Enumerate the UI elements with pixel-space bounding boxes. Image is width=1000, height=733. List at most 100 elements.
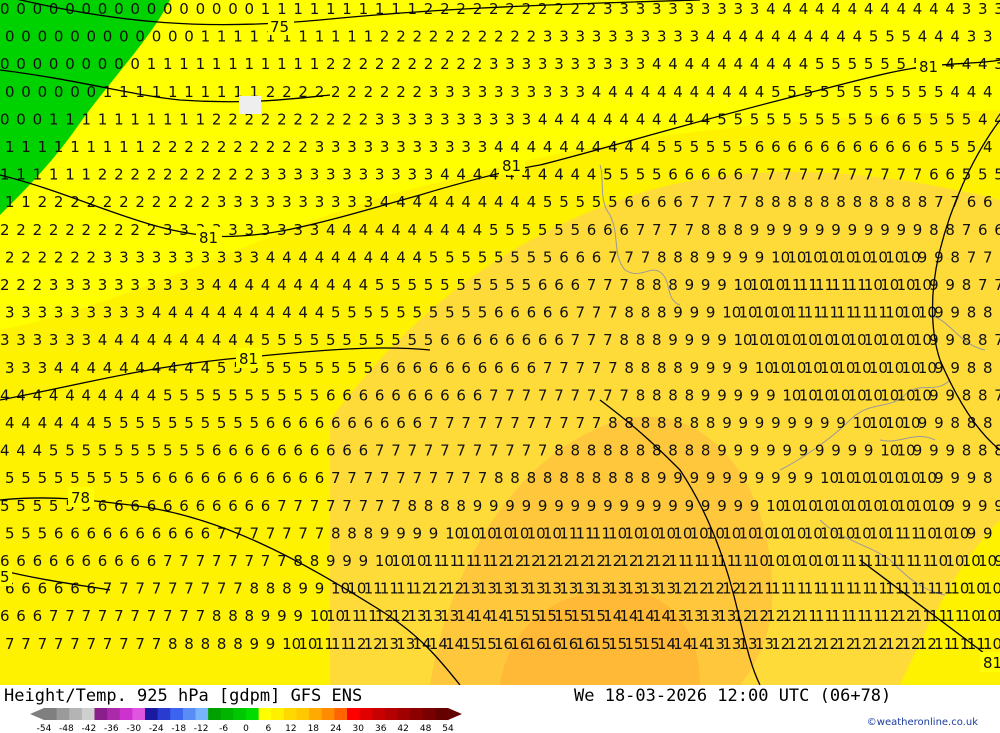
- grid-value: 6: [282, 414, 292, 432]
- grid-value: 7: [130, 607, 140, 625]
- grid-value: 5: [706, 138, 716, 156]
- grid-value: 9: [755, 248, 765, 266]
- grid-value: 2: [16, 221, 26, 239]
- grid-value: 6: [413, 359, 423, 377]
- grid-value: 6: [326, 386, 336, 404]
- grid-value: 6: [228, 497, 238, 515]
- grid-value: 5: [848, 55, 858, 73]
- grid-value: 8: [641, 469, 651, 487]
- grid-value: 4: [510, 138, 520, 156]
- grid-value: 7: [266, 524, 276, 542]
- temperature-map-svg: 0000000000000000111111111122222222222333…: [0, 0, 1000, 685]
- grid-value: 9: [848, 442, 858, 460]
- grid-value: 5: [967, 138, 977, 156]
- grid-value: 5: [945, 110, 955, 128]
- grid-value: 4: [212, 331, 222, 349]
- grid-value: 4: [782, 55, 792, 73]
- grid-value: 4: [641, 83, 651, 101]
- grid-value: 9: [701, 276, 711, 294]
- grid-value: 6: [342, 442, 352, 460]
- grid-value: 4: [359, 221, 369, 239]
- grid-value: 8: [587, 442, 597, 460]
- grid-value: 9: [918, 414, 928, 432]
- grid-value: 4: [413, 248, 423, 266]
- grid-value: 9: [750, 386, 760, 404]
- grid-value: 4: [266, 304, 276, 322]
- grid-value: 1: [163, 55, 173, 73]
- grid-value: 7: [429, 414, 439, 432]
- grid-value: 4: [54, 414, 64, 432]
- grid-value: 9: [668, 497, 678, 515]
- grid-value: 1: [293, 55, 303, 73]
- grid-value: 8: [717, 221, 727, 239]
- grid-value: 3: [636, 0, 646, 18]
- grid-value: 9: [690, 359, 700, 377]
- grid-value: 1: [49, 166, 59, 184]
- grid-value: 4: [87, 359, 97, 377]
- grid-value: 8: [636, 386, 646, 404]
- grid-value: 4: [408, 221, 418, 239]
- grid-value: 3: [310, 166, 320, 184]
- grid-value: 8: [282, 580, 292, 598]
- grid-value: 7: [233, 580, 243, 598]
- grid-value: 5: [277, 386, 287, 404]
- grid-value: 8: [657, 304, 667, 322]
- grid-value: 7: [298, 524, 308, 542]
- grid-value: 6: [70, 580, 80, 598]
- grid-value: 7: [261, 552, 271, 570]
- grid-value: 2: [87, 248, 97, 266]
- grid-value: 5: [408, 331, 418, 349]
- scale-cell: [309, 708, 323, 720]
- grid-value: 1: [201, 83, 211, 101]
- grid-value: 5: [445, 304, 455, 322]
- grid-value: 6: [983, 193, 993, 211]
- grid-value: 4: [201, 304, 211, 322]
- grid-value: 6: [147, 497, 157, 515]
- grid-value: 5: [135, 469, 145, 487]
- grid-value: 9: [701, 497, 711, 515]
- grid-value: 7: [408, 442, 418, 460]
- grid-value: 3: [962, 0, 972, 18]
- grid-value: 6: [359, 386, 369, 404]
- grid-value: 4: [913, 0, 923, 18]
- grid-value: 5: [70, 469, 80, 487]
- grid-value: 1: [364, 28, 374, 46]
- grid-value: 7: [576, 359, 586, 377]
- grid-value: 6: [98, 497, 108, 515]
- grid-value: 6: [836, 138, 846, 156]
- grid-value: 9: [994, 497, 1000, 515]
- grid-value: 9: [864, 442, 874, 460]
- grid-value: 4: [853, 28, 863, 46]
- grid-value: 6: [619, 221, 629, 239]
- grid-value: 8: [706, 414, 716, 432]
- contour-label: 81: [919, 58, 938, 76]
- grid-value: 0: [163, 0, 173, 18]
- grid-value: 7: [217, 580, 227, 598]
- grid-value: 0: [65, 55, 75, 73]
- grid-value: 3: [978, 0, 988, 18]
- grid-value: 9: [505, 497, 515, 515]
- grid-value: 1: [179, 55, 189, 73]
- grid-value: 4: [641, 138, 651, 156]
- grid-value: 7: [934, 193, 944, 211]
- grid-value: 5: [293, 386, 303, 404]
- grid-value: 7: [184, 580, 194, 598]
- grid-value: 3: [49, 276, 59, 294]
- grid-value: 8: [673, 414, 683, 432]
- grid-value: 8: [571, 442, 581, 460]
- grid-value: 6: [49, 552, 59, 570]
- grid-value: 9: [804, 469, 814, 487]
- grid-value: 8: [592, 469, 602, 487]
- grid-value: 1: [135, 83, 145, 101]
- grid-value: 4: [359, 276, 369, 294]
- grid-value: 8: [636, 276, 646, 294]
- grid-value: 4: [766, 0, 776, 18]
- grid-value: 3: [217, 193, 227, 211]
- grid-value: 4: [962, 55, 972, 73]
- grid-value: 0: [38, 28, 48, 46]
- grid-value: 5: [364, 359, 374, 377]
- grid-value: 1: [114, 110, 124, 128]
- grid-value: 4: [70, 359, 80, 377]
- grid-value: 8: [885, 193, 895, 211]
- grid-value: 9: [298, 580, 308, 598]
